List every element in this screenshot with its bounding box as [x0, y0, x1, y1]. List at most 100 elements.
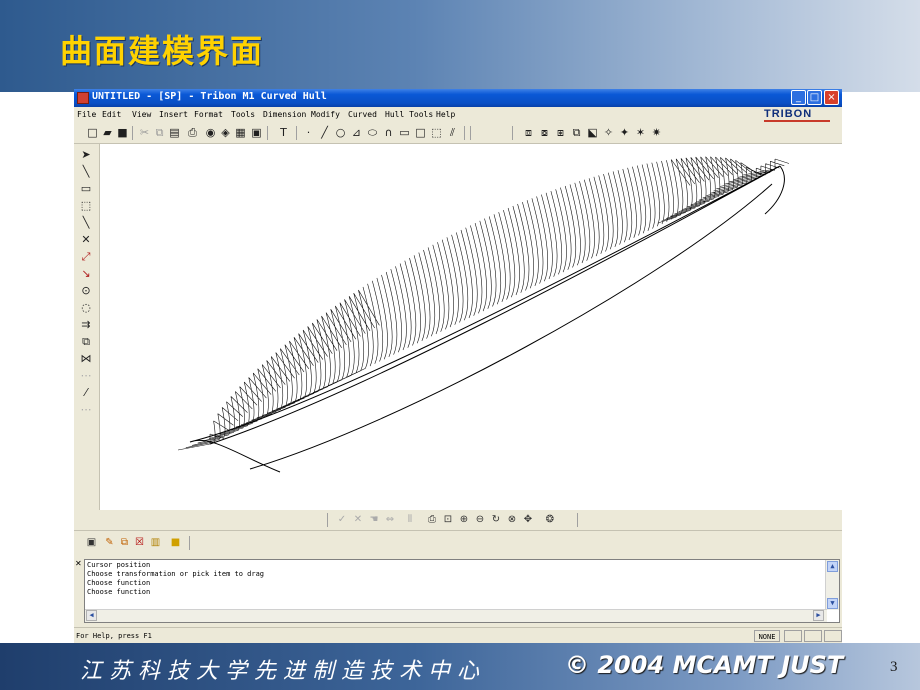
copy-icon[interactable]: ⧉	[153, 126, 166, 139]
circle-draw-icon[interactable]: ○	[334, 126, 347, 139]
view-top-icon[interactable]: ⧆	[554, 126, 567, 139]
view-3d-icon[interactable]: ⬕	[586, 126, 599, 139]
close-button[interactable]: ×	[824, 90, 839, 105]
minimize-button[interactable]: _	[791, 90, 806, 105]
arc-draw-icon[interactable]: ⊿	[350, 126, 363, 139]
text-icon[interactable]: T	[277, 126, 290, 139]
print-icon[interactable]: ⎙	[186, 126, 199, 139]
intersect-icon[interactable]: ⋈	[79, 352, 93, 366]
extend-icon[interactable]: ⋯	[79, 403, 93, 417]
arc-icon[interactable]: ◌	[79, 301, 93, 315]
snap-icon[interactable]: ✧	[602, 126, 615, 139]
shapes-icon[interactable]: ◈	[219, 126, 232, 139]
view-side-icon[interactable]: ⧇	[538, 126, 551, 139]
new-file-icon[interactable]: □	[86, 126, 99, 139]
point-pick-icon[interactable]: ↘	[79, 267, 93, 281]
spline-draw-icon[interactable]: ∩	[382, 126, 395, 139]
copy-icon[interactable]: ⧉	[79, 335, 93, 349]
toolbar-separator	[132, 126, 133, 140]
cancel-icon[interactable]: ✕	[352, 513, 364, 526]
view-front-icon[interactable]: ⧈	[522, 126, 535, 139]
menu-tools[interactable]: Tools	[231, 110, 255, 119]
transform-icon[interactable]: ✷	[650, 126, 663, 139]
select-arrow-icon[interactable]: ➤	[79, 148, 93, 162]
zoom-all-icon[interactable]: ⊗	[506, 513, 518, 526]
view-iso-icon[interactable]: ⧉	[570, 126, 583, 139]
table-icon[interactable]: ▥	[150, 537, 161, 548]
highlight-icon[interactable]: ■	[170, 537, 181, 548]
paste-icon[interactable]: ▤	[168, 126, 181, 139]
circle-center-icon[interactable]: ⊙	[79, 284, 93, 298]
square-draw-icon[interactable]: □	[414, 126, 427, 139]
scroll-left-icon[interactable]: ◀	[86, 610, 97, 621]
menu-view[interactable]: View	[132, 110, 151, 119]
app-window: UNTITLED - [SP] - Tribon M1 Curved Hull …	[74, 89, 842, 645]
menu-modify[interactable]: Modify	[311, 110, 340, 119]
hull-outline	[189, 165, 785, 473]
scroll-down-icon[interactable]: ▼	[827, 598, 838, 609]
message-line: Cursor position	[87, 561, 151, 569]
edit-icon[interactable]: ✎	[104, 537, 115, 548]
confirm-icon[interactable]: ✓	[336, 513, 348, 526]
status-cell	[804, 630, 822, 642]
zoom-in-icon[interactable]: ⊕	[458, 513, 470, 526]
point-icon[interactable]: ·	[302, 126, 315, 139]
model-icon[interactable]: ▦	[234, 126, 247, 139]
toolbar-separator	[470, 126, 471, 140]
layer-icon[interactable]: ▣	[86, 537, 97, 548]
ellipse-draw-icon[interactable]: ⬭	[366, 126, 379, 139]
box-icon[interactable]: ⬚	[79, 199, 93, 213]
zoom-window-icon[interactable]: ⊡	[442, 513, 454, 526]
duplicate-icon[interactable]: ⧉	[119, 537, 130, 548]
hatch-icon[interactable]: ⫽	[446, 126, 459, 139]
dashed-icon[interactable]: ⋯	[79, 369, 93, 383]
line-draw-icon[interactable]: ╱	[318, 126, 331, 139]
status-cell	[824, 630, 842, 642]
pan-icon[interactable]: ⇔	[384, 513, 396, 526]
curve-point-icon[interactable]: ⤢	[79, 250, 93, 264]
grid-icon[interactable]: ⦀	[404, 513, 416, 526]
menu-insert[interactable]: Insert	[159, 110, 188, 119]
menu-format[interactable]: Format	[194, 110, 223, 119]
vertical-scrollbar[interactable]: ▲ ▼	[825, 560, 839, 610]
app-icon[interactable]	[77, 92, 89, 104]
rectangle-icon[interactable]: ▭	[79, 182, 93, 196]
cylinder-icon[interactable]: ◉	[204, 126, 217, 139]
tool-icon[interactable]: ✶	[634, 126, 647, 139]
scroll-right-icon[interactable]: ▶	[813, 610, 824, 621]
trim-icon[interactable]: ⁄	[79, 386, 93, 400]
message-line: Choose transformation or pick item to dr…	[87, 570, 265, 578]
move-icon[interactable]: ✥	[522, 513, 534, 526]
menu-file[interactable]: File	[77, 110, 96, 119]
solid-box-icon[interactable]: ⬚	[430, 126, 443, 139]
render-icon[interactable]: ❂	[544, 513, 556, 526]
parallel-lines-icon[interactable]: ⇉	[79, 318, 93, 332]
horizontal-scrollbar[interactable]: ◀ ▶	[85, 609, 827, 622]
zoom-out-icon[interactable]: ⊖	[474, 513, 486, 526]
menu-edit[interactable]: Edit	[102, 110, 121, 119]
info-icon[interactable]: ▣	[250, 126, 263, 139]
menu-dimension[interactable]: Dimension	[263, 110, 306, 119]
save-icon[interactable]: ■	[116, 126, 129, 139]
rectangle-draw-icon[interactable]: ▭	[398, 126, 411, 139]
hand-icon[interactable]: ☚	[368, 513, 380, 526]
diagonal-line-icon[interactable]: ╲	[79, 216, 93, 230]
drawing-canvas[interactable]	[100, 144, 842, 510]
menu-hull-tools[interactable]: Hull Tools	[385, 110, 433, 119]
line-icon[interactable]: ╲	[79, 165, 93, 179]
rotate-icon[interactable]: ↻	[490, 513, 502, 526]
cut-icon[interactable]: ✂	[138, 126, 151, 139]
title-bar[interactable]: UNTITLED - [SP] - Tribon M1 Curved Hull …	[74, 89, 842, 107]
maximize-button[interactable]: □	[807, 90, 822, 105]
cross-icon[interactable]: ✕	[79, 233, 93, 247]
status-mode: NONE	[754, 630, 780, 642]
message-box: Cursor position Choose transformation or…	[84, 559, 840, 623]
menu-curved[interactable]: Curved	[348, 110, 377, 119]
scroll-up-icon[interactable]: ▲	[827, 561, 838, 572]
menu-help[interactable]: Help	[436, 110, 455, 119]
delete-icon[interactable]: ☒	[134, 537, 145, 548]
close-panel-icon[interactable]: ✕	[75, 559, 82, 568]
pick-icon[interactable]: ✦	[618, 126, 631, 139]
print-view-icon[interactable]: ⎙	[426, 513, 438, 526]
open-folder-icon[interactable]: ▰	[101, 126, 114, 139]
